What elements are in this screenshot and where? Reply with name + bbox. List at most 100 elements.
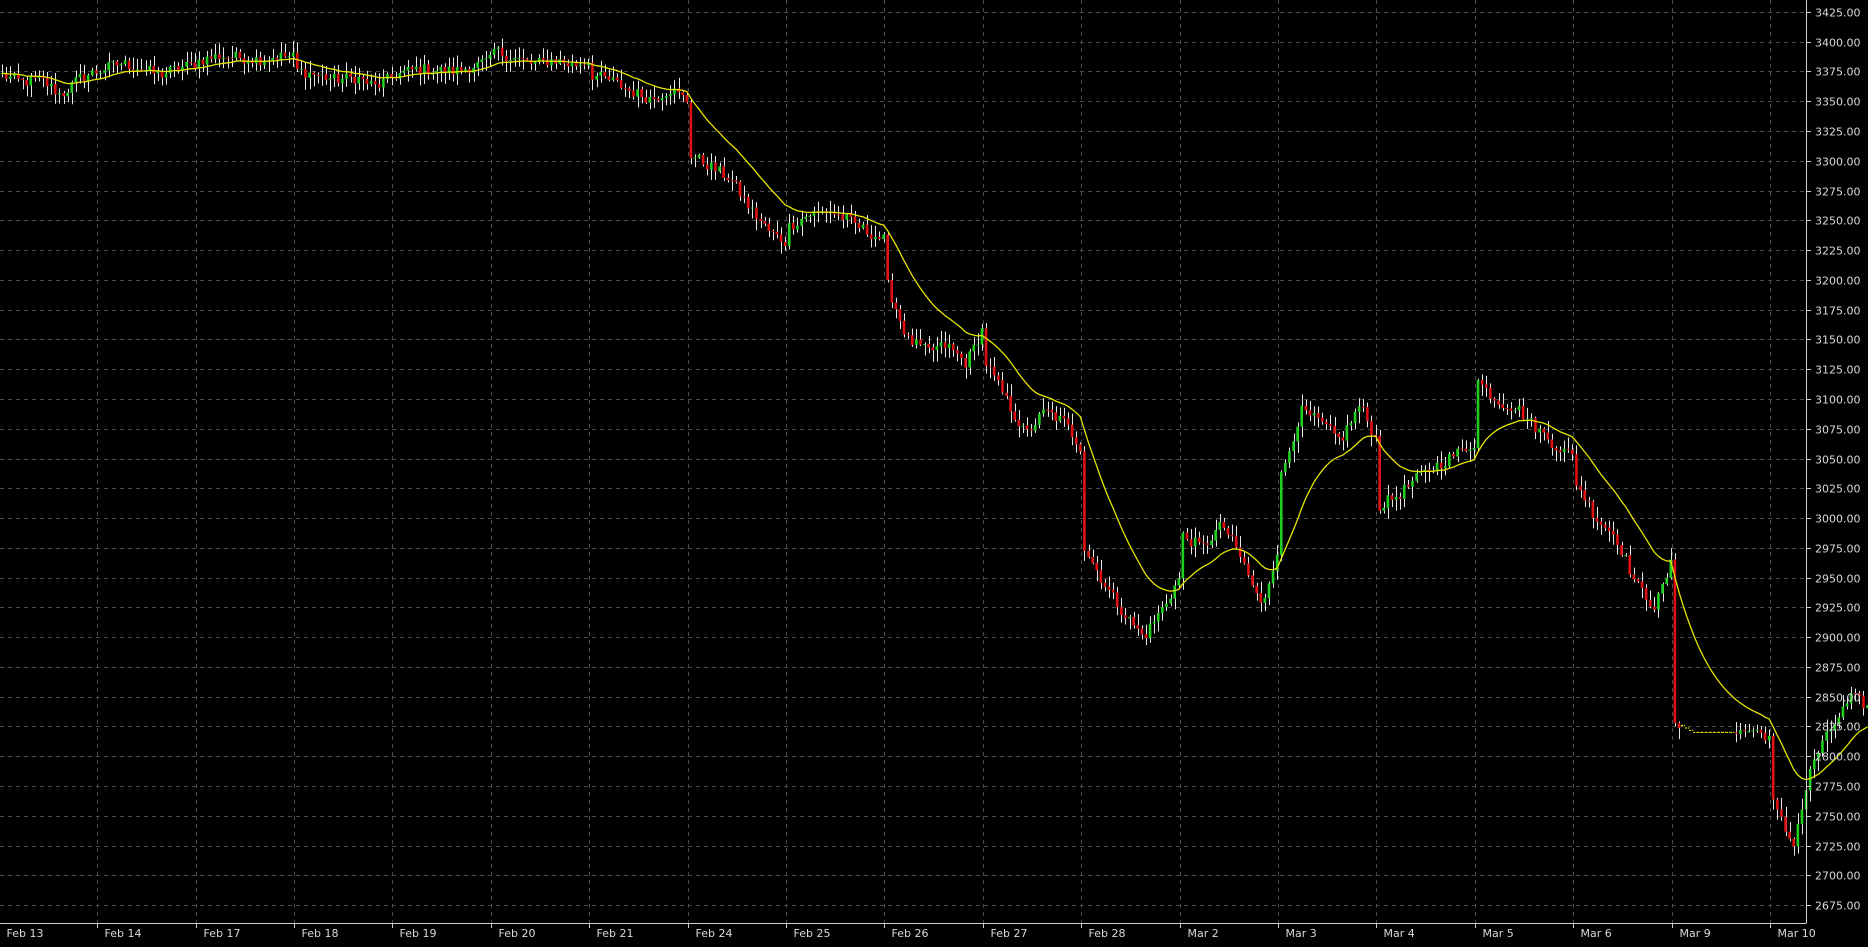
candle-body (541, 57, 545, 60)
candle-body (1226, 528, 1230, 535)
candle-body (1370, 420, 1373, 435)
y-tick-label: 3100.00 (1815, 394, 1861, 407)
candle-body (902, 320, 906, 335)
candle-body (607, 76, 611, 80)
candle-body (1554, 447, 1558, 451)
candle-body (361, 76, 365, 79)
candle-body (74, 77, 78, 83)
candle-body (853, 216, 857, 223)
candle-body (1279, 472, 1283, 555)
x-tick-label: Mar 5 (1483, 927, 1514, 940)
candle-body (99, 72, 102, 74)
candle-body (919, 339, 922, 345)
candle-body (845, 214, 848, 220)
candle-body (1472, 448, 1476, 450)
candle-body (140, 69, 143, 71)
candle-body (1505, 408, 1509, 410)
candle-body (1214, 529, 1217, 541)
candle-body (1152, 621, 1156, 624)
candle-body (357, 76, 361, 84)
candle-body (324, 74, 328, 80)
candle-body (1501, 404, 1504, 409)
candle-body (1202, 542, 1205, 544)
candle-body (1612, 530, 1615, 535)
candle-body (78, 74, 82, 78)
candle-body (1058, 415, 1062, 421)
candle-body (1575, 454, 1578, 486)
candle-body (172, 65, 176, 67)
candle-body (632, 90, 635, 97)
candle-body (1439, 462, 1443, 469)
candle-body (1136, 625, 1140, 629)
candle-body (714, 162, 717, 172)
candle-body (1173, 585, 1176, 599)
candle-body (1251, 575, 1254, 586)
candle-body (623, 88, 627, 90)
candle-body (230, 57, 233, 59)
candle-body (1333, 425, 1336, 434)
candle-body (636, 89, 639, 97)
x-tick-label: Feb 14 (105, 927, 142, 940)
y-tick-label: 3025.00 (1815, 483, 1861, 496)
candle-body (1054, 412, 1058, 421)
candle-body (697, 154, 701, 158)
x-tick-label: Mar 2 (1188, 927, 1219, 940)
y-tick-label: 3325.00 (1815, 126, 1861, 139)
candle-body (1390, 495, 1394, 500)
candle-body (1009, 395, 1012, 412)
candle-body (771, 230, 775, 232)
candle-body (1103, 582, 1107, 587)
candle-body (1841, 706, 1845, 718)
candle-body (1025, 425, 1029, 430)
candle-body (615, 77, 619, 81)
candle-body (1538, 428, 1541, 433)
chart-svg: 2675.00 2700.00 2725.00 2750.00 2775.00 2800.… (0, 0, 1868, 947)
y-tick-label: 3075.00 (1815, 424, 1861, 437)
candle-body (886, 234, 889, 281)
candle-body (521, 58, 525, 60)
candle-body (570, 63, 574, 67)
candle-body (1238, 547, 1242, 558)
candle-body (787, 223, 791, 246)
candle-body (1407, 484, 1410, 487)
candle-body (287, 56, 291, 58)
y-tick-label: 2900.00 (1815, 632, 1861, 645)
candle-body (164, 73, 168, 78)
candle-body (386, 74, 389, 79)
candle-body (238, 51, 242, 59)
y-tick-label: 3300.00 (1815, 156, 1861, 169)
y-tick-label: 3250.00 (1815, 215, 1861, 228)
y-tick-label: 2975.00 (1815, 543, 1861, 556)
candle-body (1181, 532, 1185, 579)
candle-body (906, 334, 910, 336)
candle-body (1628, 554, 1632, 575)
y-tick-label: 3050.00 (1815, 454, 1861, 467)
candle-body (841, 214, 844, 220)
candle-body (148, 65, 151, 70)
candle-body (1808, 769, 1812, 791)
candle-body (874, 236, 877, 240)
candle-body (689, 102, 693, 159)
y-tick-label: 2950.00 (1815, 573, 1861, 586)
candle-body (566, 63, 570, 67)
candle-body (837, 214, 840, 216)
candle-body (808, 215, 812, 217)
candle-body (1673, 559, 1677, 723)
candle-body (1300, 405, 1304, 427)
candle-body (1013, 411, 1017, 420)
candle-body (951, 344, 955, 351)
x-tick-label: Feb 17 (204, 927, 241, 940)
candle-body (209, 56, 213, 59)
candle-body (1640, 581, 1644, 588)
candle-body (1115, 592, 1119, 608)
candle-body (1513, 410, 1517, 412)
candle-body (1177, 578, 1181, 586)
candle-body (1189, 539, 1193, 547)
candle-body (336, 73, 340, 84)
candle-body (1636, 579, 1640, 582)
candle-body (283, 52, 287, 57)
candle-body (1288, 451, 1291, 463)
y-tick-label: 3225.00 (1815, 245, 1861, 258)
candle-body (1349, 423, 1353, 426)
candle-body (915, 339, 918, 345)
